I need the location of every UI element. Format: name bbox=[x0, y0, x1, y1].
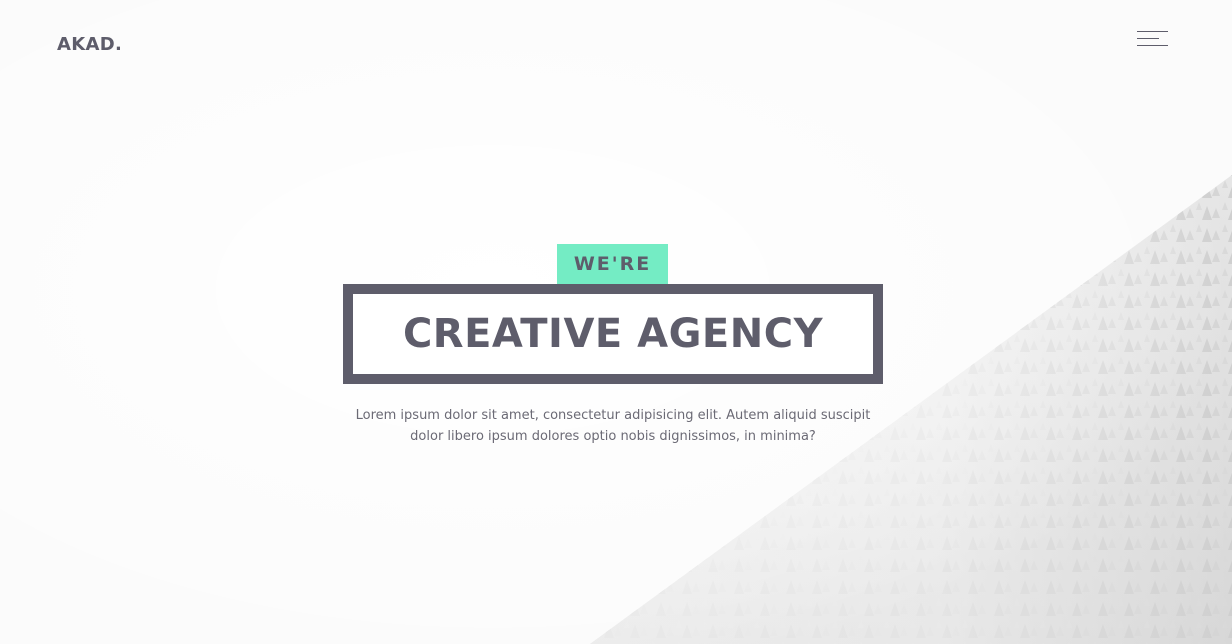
menu-bar-bottom bbox=[1137, 45, 1168, 46]
hamburger-menu-icon[interactable] bbox=[1137, 30, 1169, 48]
menu-bar-middle bbox=[1137, 38, 1159, 39]
hero-tagline-badge: WE'RE bbox=[557, 244, 668, 284]
hero-description: Lorem ipsum dolor sit amet, consectetur … bbox=[355, 408, 871, 444]
hero-title-box: CREATIVE AGENCY bbox=[343, 284, 883, 384]
menu-bar-top bbox=[1137, 31, 1168, 32]
hero-title: CREATIVE AGENCY bbox=[402, 311, 824, 357]
site-logo[interactable]: AKAD. bbox=[57, 34, 122, 55]
